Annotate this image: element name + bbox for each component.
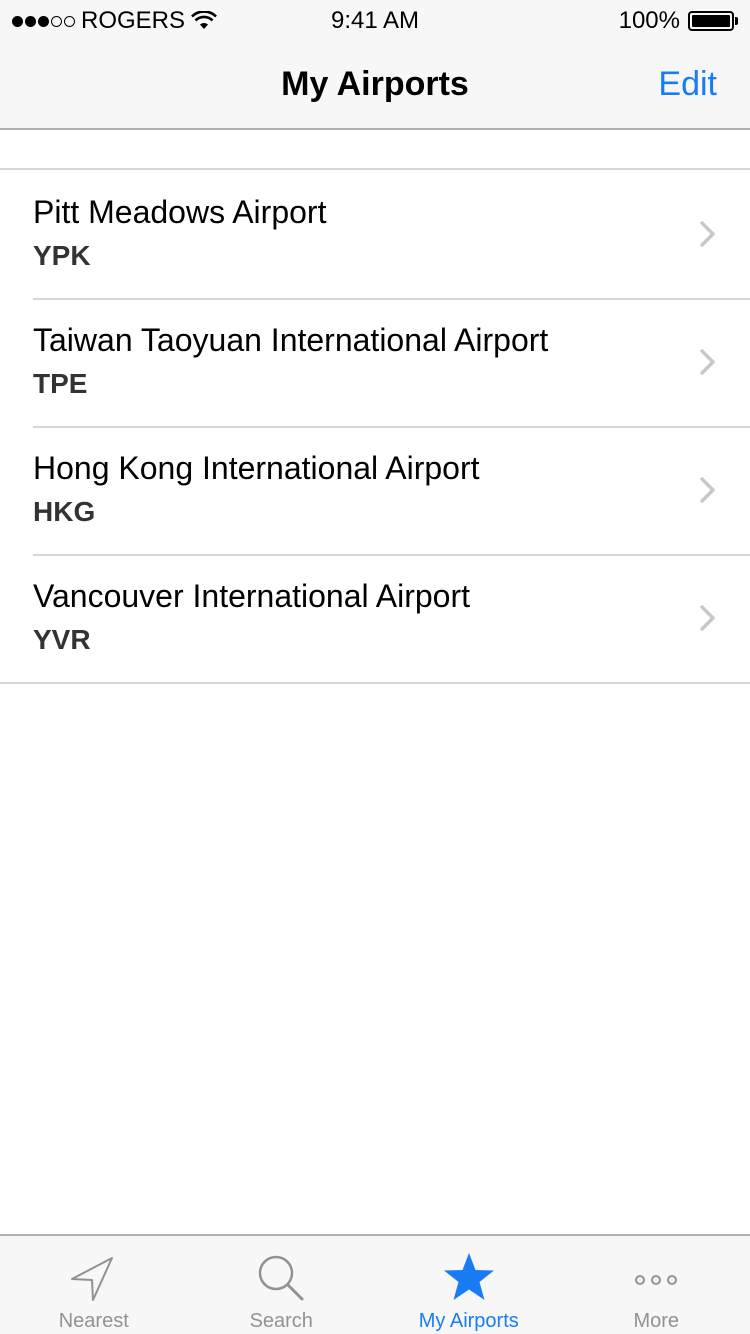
tab-my-airports[interactable]: My Airports: [375, 1236, 563, 1334]
tab-bar: Nearest Search My Airports More: [0, 1234, 750, 1334]
tab-label: Search: [249, 1310, 313, 1332]
section-header-spacer: [0, 130, 750, 168]
status-bar: ROGERS 9:41 AM 100%: [0, 0, 750, 40]
star-icon: [443, 1253, 494, 1300]
tab-more[interactable]: More: [563, 1236, 750, 1334]
tab-label: Nearest: [58, 1310, 129, 1332]
tab-nearest[interactable]: Nearest: [0, 1236, 188, 1334]
status-right: 100%: [619, 7, 738, 35]
chevron-right-icon: [700, 605, 715, 631]
search-icon: [259, 1255, 304, 1301]
airport-row[interactable]: Hong Kong International Airport HKG: [0, 426, 750, 554]
edit-button[interactable]: Edit: [658, 40, 717, 128]
location-arrow-icon: [70, 1257, 113, 1301]
battery-percent: 100%: [618, 7, 680, 34]
airport-row[interactable]: Pitt Meadows Airport YPK: [0, 170, 750, 298]
airport-name: Hong Kong International Airport: [33, 450, 480, 486]
airport-code: YVR: [33, 624, 91, 655]
airport-name: Pitt Meadows Airport: [33, 194, 327, 230]
airport-list: Pitt Meadows Airport YPK Taiwan Taoyuan …: [0, 168, 750, 684]
airport-row[interactable]: Taiwan Taoyuan International Airport TPE: [0, 298, 750, 426]
chevron-right-icon: [700, 349, 715, 375]
chevron-right-icon: [700, 221, 715, 247]
tab-label: More: [633, 1310, 680, 1332]
tab-label: My Airports: [418, 1310, 519, 1332]
navigation-bar: My Airports Edit: [0, 40, 750, 130]
airport-code: TPE: [33, 368, 88, 399]
airport-code: HKG: [33, 496, 96, 527]
tab-search[interactable]: Search: [188, 1236, 376, 1334]
airport-name: Vancouver International Airport: [33, 578, 470, 614]
airport-code: YPK: [33, 240, 91, 271]
chevron-right-icon: [700, 477, 715, 503]
airport-row[interactable]: Vancouver International Airport YVR: [0, 554, 750, 682]
more-icon: [635, 1275, 678, 1285]
page-title: My Airports: [281, 65, 469, 103]
battery-icon: [688, 11, 734, 31]
airport-name: Taiwan Taoyuan International Airport: [33, 322, 549, 358]
